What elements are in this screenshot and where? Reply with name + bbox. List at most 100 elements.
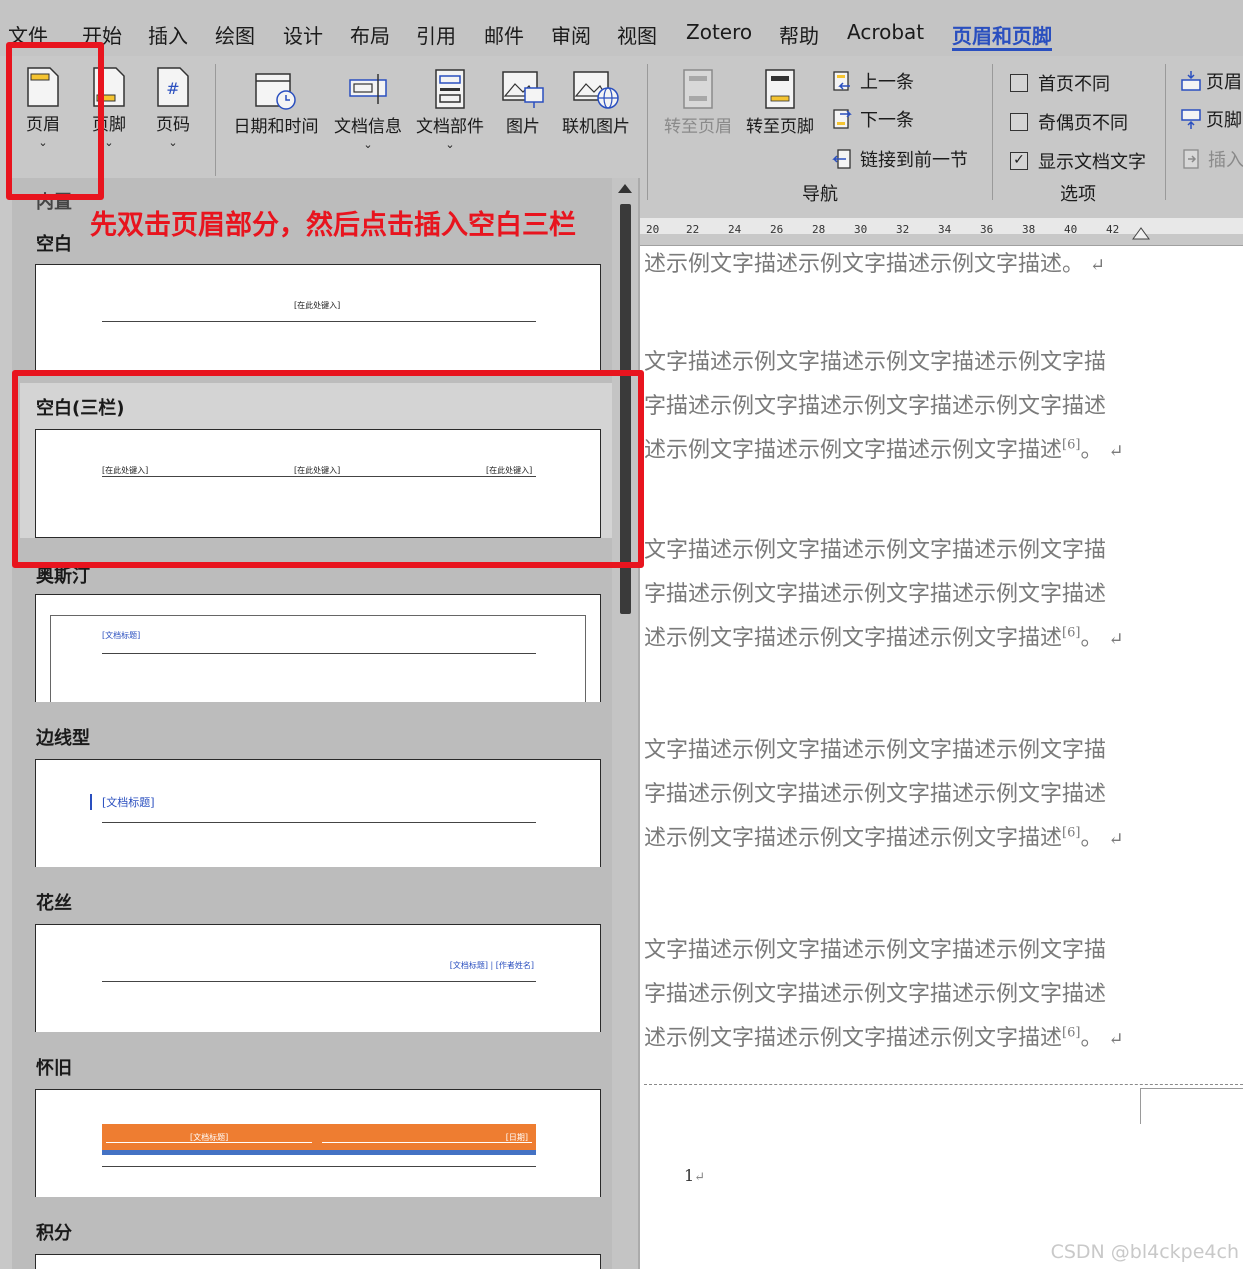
menu-header-footer[interactable]: 页眉和页脚 <box>952 20 1052 49</box>
doc-text-line: 述示例文字描述示例文字描述示例文字描述[6]。 ↵ <box>644 437 1124 463</box>
ruler-tick: 30 <box>854 223 868 236</box>
doc-parts-icon <box>435 69 465 109</box>
menu-insert[interactable]: 插入 <box>148 20 188 49</box>
gallery-section-title: 边线型 <box>36 728 90 749</box>
ruler-tick: 40 <box>1064 223 1078 236</box>
chevron-down-icon: ⌄ <box>168 136 178 149</box>
checkbox-checked: ✓ <box>1010 152 1028 170</box>
online-picture-icon <box>573 71 619 109</box>
document-page[interactable]: 述示例文字描述示例文字描述示例文字描述。 ↵ 文字描述示例文字描述示例文字描述示例… <box>640 246 1243 1269</box>
goto-header-icon <box>683 69 713 109</box>
ruler-tick: 28 <box>812 223 826 236</box>
doc-text-line: 述示例文字描述示例文字描述示例文字描述[6]。 ↵ <box>644 1025 1124 1051</box>
paragraph-mark-icon: ↵ <box>1090 255 1106 276</box>
picture-button[interactable]: 图片 <box>496 68 550 137</box>
goto-footer-icon <box>765 69 795 109</box>
goto-header-button[interactable]: 转至页眉 <box>660 68 736 137</box>
different-first-page-checkbox[interactable]: 首页不同 <box>1010 70 1110 96</box>
menu-acrobat[interactable]: Acrobat <box>847 20 924 44</box>
annotation-text: 先双击页眉部分，然后点击插入空白三栏 <box>90 210 576 241</box>
alignment-tab-icon <box>1183 149 1199 169</box>
link-to-previous-button[interactable]: 链接到前一节 <box>832 146 968 172</box>
show-document-text-checkbox[interactable]: ✓ 显示文档文字 <box>1010 148 1146 174</box>
page-number-button[interactable]: # 页码 ⌄ <box>146 66 200 149</box>
ribbon-separator <box>992 64 993 200</box>
ruler-tick: 20 <box>646 223 660 236</box>
header-position-control[interactable]: 页眉 <box>1180 68 1242 94</box>
doc-text-line: 字描述示例文字描述示例文字描述示例文字描述 <box>644 394 1107 419</box>
ruler-tick: 34 <box>938 223 952 236</box>
margin-corner-mark <box>1140 1088 1141 1124</box>
link-previous-icon <box>832 149 851 169</box>
paragraph-mark-icon: ↵ <box>1108 441 1124 462</box>
annotation-box-header-button <box>6 42 104 200</box>
ruler-tick: 38 <box>1022 223 1036 236</box>
menu-review[interactable]: 审阅 <box>551 20 591 49</box>
insert-alignment-tab-button[interactable]: 插入 <box>1182 146 1243 172</box>
navigation-group-label: 导航 <box>802 184 838 205</box>
gallery-item-filigree[interactable]: [文档标题] | [作者姓名] <box>35 924 601 1032</box>
doc-text-line: 述示例文字描述示例文字描述示例文字描述[6]。 ↵ <box>644 625 1124 651</box>
header-line <box>102 1166 536 1167</box>
goto-footer-button[interactable]: 转至页脚 <box>742 68 818 137</box>
next-icon <box>833 109 852 129</box>
retro-line <box>322 1142 532 1143</box>
menu-layout[interactable]: 布局 <box>350 20 390 49</box>
header-gallery-dropdown[interactable]: 内置 空白 [在此处键入] 空白(三栏) [在此处键入] [在此处键入] [在此… <box>12 178 640 1269</box>
retro-line <box>106 1142 312 1143</box>
previous-button[interactable]: 上一条 <box>832 68 914 94</box>
header-line <box>102 321 536 322</box>
paragraph-mark-icon: ↵ <box>1108 1029 1124 1050</box>
page-number-icon: # <box>157 67 189 107</box>
different-odd-even-checkbox[interactable]: 奇偶页不同 <box>1010 109 1128 135</box>
doc-text-line: 述示例文字描述示例文字描述示例文字描述。 ↵ <box>644 252 1106 277</box>
menu-bar: 文件 开始 插入 绘图 设计 布局 引用 邮件 审阅 视图 Zotero 帮助 … <box>0 0 1243 56</box>
gallery-item-austin[interactable]: [文档标题] <box>35 594 601 702</box>
indent-marker-icon[interactable] <box>1132 226 1150 240</box>
gallery-item-retrospect[interactable]: [文档标题] [日期] <box>35 1089 601 1197</box>
menu-design[interactable]: 设计 <box>283 20 323 49</box>
ruler-tick: 26 <box>770 223 784 236</box>
online-picture-button[interactable]: 联机图片 <box>556 68 636 137</box>
retro-blue-band <box>102 1150 536 1155</box>
page-break-separator <box>644 1084 1243 1085</box>
menu-draw[interactable]: 绘图 <box>215 20 255 49</box>
footer-position-control[interactable]: 页脚 <box>1180 106 1242 132</box>
scroll-up-arrow-icon[interactable] <box>618 184 632 193</box>
gallery-item-sideline[interactable]: [文档标题] <box>35 759 601 867</box>
ruler-tick: 32 <box>896 223 910 236</box>
retro-orange-band <box>102 1124 536 1150</box>
doc-text-line: 字描述示例文字描述示例文字描述示例文字描述 <box>644 982 1107 1007</box>
gallery-section-title: 花丝 <box>36 893 72 914</box>
gallery-item-integral[interactable] <box>35 1254 601 1269</box>
gallery-scrollbar[interactable] <box>612 178 638 1269</box>
doc-text-line: 文字描述示例文字描述示例文字描述示例文字描 <box>644 938 1107 963</box>
menu-mailings[interactable]: 邮件 <box>484 20 524 49</box>
ruler-tick: 22 <box>686 223 700 236</box>
menu-references[interactable]: 引用 <box>416 20 456 49</box>
previous-icon <box>833 71 850 91</box>
sideline-bar <box>90 794 92 810</box>
word-window: 文件 开始 插入 绘图 设计 布局 引用 邮件 审阅 视图 Zotero 帮助 … <box>0 0 1243 1269</box>
ruler-tick: 36 <box>980 223 994 236</box>
chevron-down-icon: ⌄ <box>445 138 455 151</box>
date-time-button[interactable]: 日期和时间 <box>228 68 324 137</box>
paragraph-mark-icon: ↵ <box>1108 829 1124 850</box>
header-position-icon <box>1181 71 1201 91</box>
watermark: CSDN @bl4ckpe4ch <box>1050 1241 1239 1263</box>
horizontal-ruler[interactable]: 20 22 24 26 28 30 32 34 36 38 40 42 <box>640 210 1243 246</box>
placeholder-text: [文档标题] | [作者姓名] <box>449 961 534 970</box>
doc-text-line: 文字描述示例文字描述示例文字描述示例文字描 <box>644 538 1107 563</box>
next-button[interactable]: 下一条 <box>832 106 914 132</box>
menu-help[interactable]: 帮助 <box>779 20 819 49</box>
menu-zotero[interactable]: Zotero <box>686 20 752 44</box>
checkbox-box <box>1010 74 1028 92</box>
header-line <box>102 981 536 982</box>
doc-parts-button[interactable]: 文档部件 ⌄ <box>410 68 490 151</box>
gallery-item-blank[interactable]: [在此处键入] <box>35 264 601 370</box>
placeholder-text: [文档标题] <box>102 631 141 640</box>
menu-view[interactable]: 视图 <box>617 20 657 49</box>
doc-text-line: 字描述示例文字描述示例文字描述示例文字描述 <box>644 782 1107 807</box>
chevron-down-icon: ⌄ <box>363 138 373 151</box>
doc-info-button[interactable]: 文档信息 ⌄ <box>328 68 408 151</box>
